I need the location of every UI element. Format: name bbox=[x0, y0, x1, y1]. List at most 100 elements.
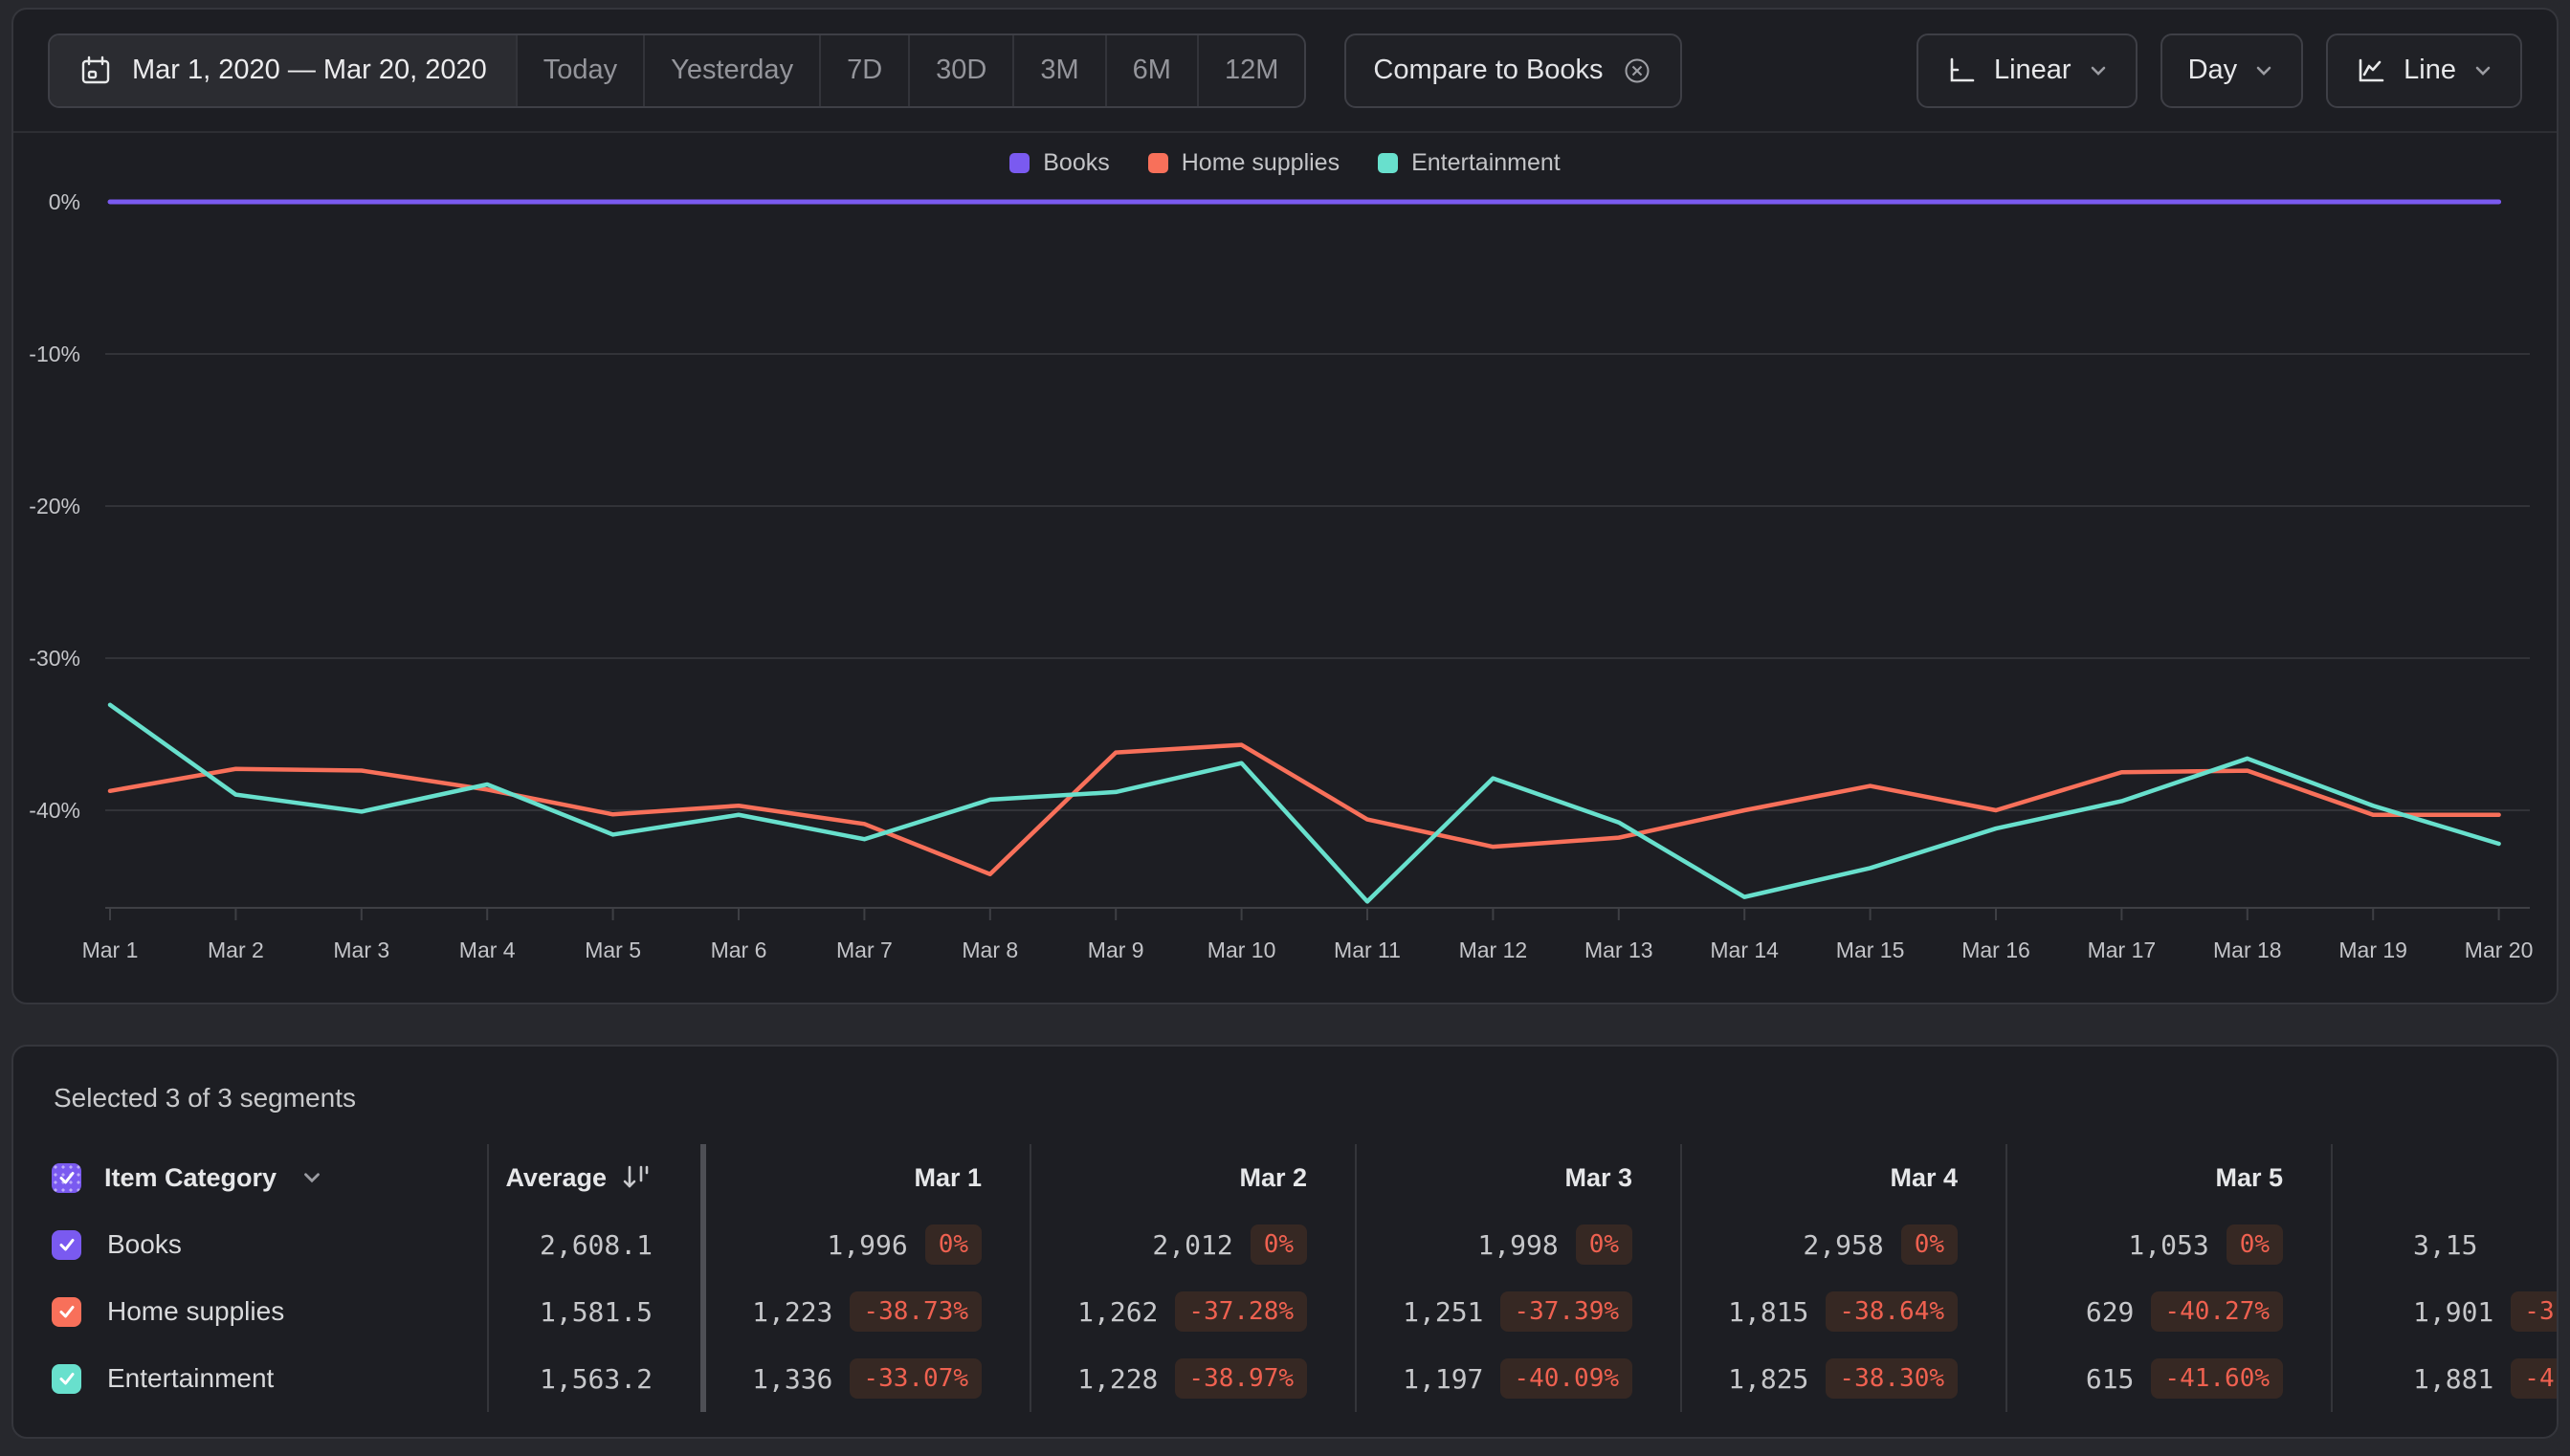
day-value: 1,228 bbox=[1077, 1362, 1159, 1395]
group-header-cell: Item Category bbox=[13, 1144, 489, 1211]
day-header-cell[interactable]: Mar 1 bbox=[706, 1144, 1031, 1211]
segments-table-card: Selected 3 of 3 segments Item Category Av… bbox=[11, 1045, 2559, 1439]
average-value: 2,608.1 bbox=[539, 1228, 653, 1261]
selected-segments-title: Selected 3 of 3 segments bbox=[54, 1083, 356, 1113]
day-value: 1,223 bbox=[752, 1295, 833, 1328]
x-axis-label: Mar 18 bbox=[2213, 938, 2282, 962]
day-value-cell: 1,262 -37.28% bbox=[1031, 1278, 1357, 1345]
x-axis-label: Mar 17 bbox=[2088, 938, 2157, 962]
percent-diff-badge: 0% bbox=[2226, 1224, 2283, 1265]
y-axis-label: -20% bbox=[29, 494, 80, 518]
day-value-cell: 1,251 -37.39% bbox=[1357, 1278, 1682, 1345]
day-value: 1,901 bbox=[2413, 1295, 2494, 1328]
day-value: 2,958 bbox=[1803, 1228, 1884, 1261]
x-axis-label: Mar 11 bbox=[1334, 938, 1401, 962]
day-value: 1,998 bbox=[1477, 1228, 1559, 1261]
day-value: 1,825 bbox=[1728, 1362, 1809, 1395]
day-value-cell: 1,228 -38.97% bbox=[1031, 1345, 1357, 1412]
x-axis-label: Mar 1 bbox=[82, 938, 139, 962]
chevron-down-icon[interactable] bbox=[299, 1165, 324, 1190]
x-axis-label: Mar 12 bbox=[1459, 938, 1528, 962]
day-value: 1,262 bbox=[1077, 1295, 1159, 1328]
percent-diff-badge: -33.07% bbox=[850, 1358, 982, 1399]
x-axis-label: Mar 4 bbox=[459, 938, 516, 962]
day-header-cell[interactable] bbox=[2333, 1144, 2557, 1211]
x-axis-label: Mar 5 bbox=[585, 938, 641, 962]
x-axis-label: Mar 20 bbox=[2465, 938, 2534, 962]
segment-name-cell: Books bbox=[13, 1211, 489, 1278]
average-header-label: Average bbox=[505, 1162, 607, 1192]
percent-diff-badge: 0% bbox=[924, 1224, 982, 1265]
average-value: 1,563.2 bbox=[539, 1362, 653, 1395]
y-axis-label: -40% bbox=[29, 798, 80, 823]
day-value-cell: 1,197 -40.09% bbox=[1357, 1345, 1682, 1412]
group-header-label: Item Category bbox=[104, 1162, 277, 1192]
y-axis-label: -10% bbox=[29, 342, 80, 366]
day-header-cell[interactable]: Mar 3 bbox=[1357, 1144, 1682, 1211]
segments-table: Item Category Average Mar 1 Mar 2 Mar 3 Mar 4… bbox=[13, 1144, 2557, 1412]
series-line-entertainment[interactable] bbox=[107, 702, 2501, 904]
day-value-cell: 2,012 0% bbox=[1031, 1211, 1357, 1278]
day-value-cell: 615 -41.60% bbox=[2007, 1345, 2333, 1412]
average-cell: 1,563.2 bbox=[489, 1345, 706, 1412]
day-value-cell: 3,15 bbox=[2333, 1211, 2557, 1278]
x-axis-label: Mar 16 bbox=[1961, 938, 2030, 962]
percent-diff-badge: -38.73% bbox=[850, 1291, 982, 1332]
sort-descending-icon bbox=[620, 1161, 653, 1194]
average-header-cell[interactable]: Average bbox=[489, 1144, 706, 1211]
day-value-cell: 1,815 -38.64% bbox=[1682, 1278, 2007, 1345]
day-value-cell: 1,881 -4 bbox=[2333, 1345, 2557, 1412]
day-value-cell: 1,336 -33.07% bbox=[706, 1345, 1031, 1412]
x-axis-label: Mar 8 bbox=[962, 938, 1018, 962]
x-axis-label: Mar 7 bbox=[836, 938, 893, 962]
x-axis-label: Mar 19 bbox=[2338, 938, 2407, 962]
x-axis-label: Mar 9 bbox=[1088, 938, 1144, 962]
day-value-cell: 1,901 -3 bbox=[2333, 1278, 2557, 1345]
day-value-cell: 1,825 -38.30% bbox=[1682, 1345, 2007, 1412]
line-chart: 0% -10% -20% -30% -40% Mar 1 Mar 2 Mar 3 Mar 4 Ma… bbox=[29, 189, 2534, 962]
average-value: 1,581.5 bbox=[539, 1295, 653, 1328]
percent-diff-badge: -38.30% bbox=[1826, 1358, 1958, 1399]
x-axis-label: Mar 3 bbox=[333, 938, 389, 962]
percent-diff-badge: -37.39% bbox=[1500, 1291, 1632, 1332]
x-axis-label: Mar 14 bbox=[1710, 938, 1779, 962]
day-value-cell: 1,996 0% bbox=[706, 1211, 1031, 1278]
percent-diff-badge: 0% bbox=[1250, 1224, 1307, 1265]
day-value: 615 bbox=[2085, 1362, 2135, 1395]
day-value: 1,336 bbox=[752, 1362, 833, 1395]
x-axis-label: Mar 15 bbox=[1836, 938, 1905, 962]
average-cell: 1,581.5 bbox=[489, 1278, 706, 1345]
percent-diff-badge: -38.97% bbox=[1175, 1358, 1307, 1399]
row-checkbox[interactable] bbox=[52, 1296, 81, 1327]
row-checkbox[interactable] bbox=[52, 1229, 81, 1260]
day-header-cell[interactable]: Mar 4 bbox=[1682, 1144, 2007, 1211]
percent-diff-badge: -41.60% bbox=[2151, 1358, 2283, 1399]
chart-card: Mar 1, 2020 — Mar 20, 2020 Today Yesterda… bbox=[11, 8, 2559, 1004]
day-value-cell: 1,223 -38.73% bbox=[706, 1278, 1031, 1345]
percent-diff-badge: -38.64% bbox=[1826, 1291, 1958, 1332]
percent-diff-badge: -37.28% bbox=[1175, 1291, 1307, 1332]
x-axis-label: Mar 13 bbox=[1584, 938, 1653, 962]
day-value: 1,815 bbox=[1728, 1295, 1809, 1328]
average-cell: 2,608.1 bbox=[489, 1211, 706, 1278]
row-checkbox[interactable] bbox=[52, 1363, 81, 1394]
table-row: Home supplies 1,581.5 1,223 -38.73% 1,262 -37… bbox=[13, 1278, 2557, 1345]
day-value: 629 bbox=[2085, 1295, 2135, 1328]
select-all-checkbox[interactable] bbox=[52, 1162, 81, 1193]
day-value: 3,15 bbox=[2413, 1228, 2478, 1261]
day-value: 1,053 bbox=[2128, 1228, 2209, 1261]
y-axis-label: -30% bbox=[29, 646, 80, 671]
x-axis-label: Mar 10 bbox=[1207, 938, 1276, 962]
day-header-cell[interactable]: Mar 2 bbox=[1031, 1144, 1357, 1211]
day-value: 1,197 bbox=[1403, 1362, 1484, 1395]
x-axis-label: Mar 6 bbox=[711, 938, 767, 962]
segment-name-label: Books bbox=[107, 1229, 182, 1259]
day-header-cell[interactable]: Mar 5 bbox=[2007, 1144, 2333, 1211]
x-axis-label: Mar 2 bbox=[208, 938, 264, 962]
day-value-cell: 1,053 0% bbox=[2007, 1211, 2333, 1278]
day-value-cell: 2,958 0% bbox=[1682, 1211, 2007, 1278]
day-value: 1,251 bbox=[1403, 1295, 1484, 1328]
percent-diff-badge: -40.27% bbox=[2151, 1291, 2283, 1332]
table-row: Books 2,608.1 1,996 0% 2,012 0% 1,998 0% 2,958 0%… bbox=[13, 1211, 2557, 1278]
segment-name-cell: Home supplies bbox=[13, 1278, 489, 1345]
